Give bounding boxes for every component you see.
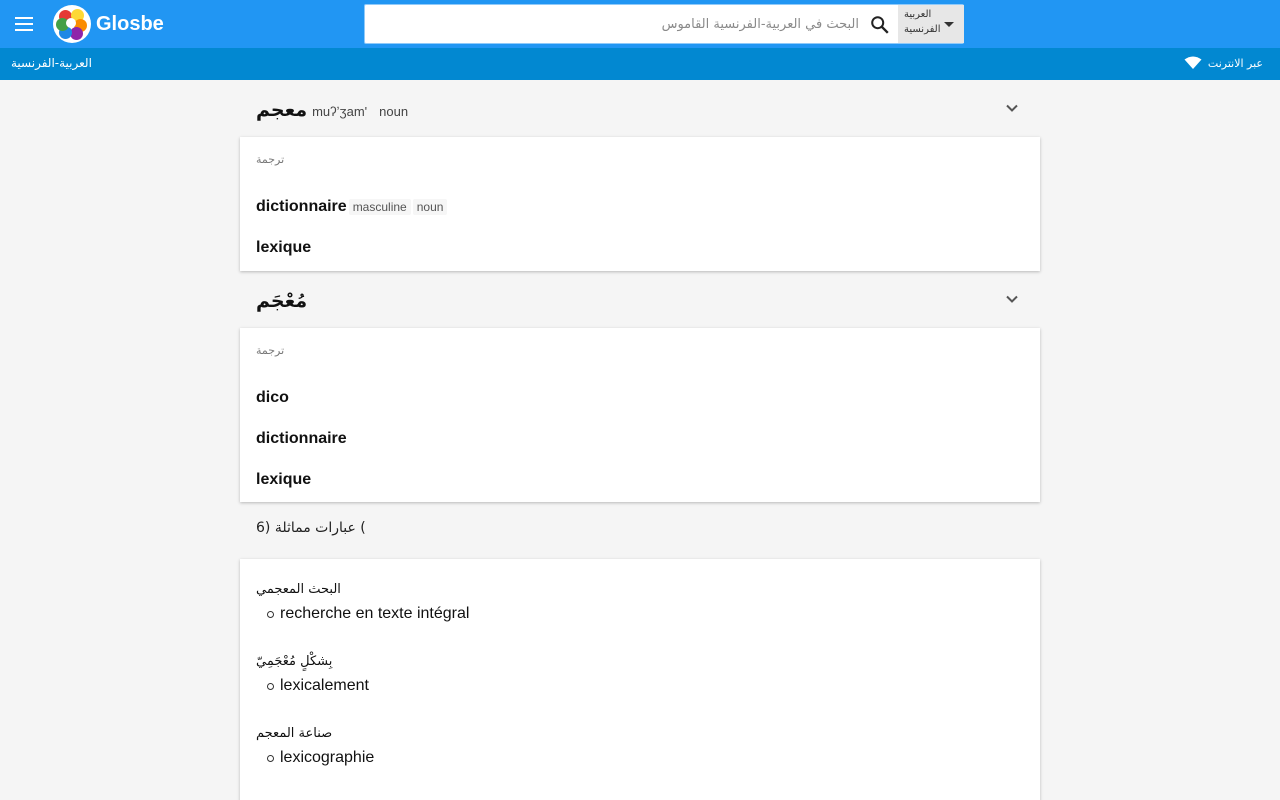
translation-word: dico <box>256 389 289 406</box>
translation-label: ترجمة <box>256 344 285 357</box>
transliteration: muʔʼʒam' <box>312 104 368 119</box>
translation-word: dictionnaire <box>256 198 347 215</box>
headword: معجم <box>256 99 308 121</box>
translation-item[interactable]: lexique <box>256 239 311 257</box>
translation-card: ترجمة dictionnaire masculine noun lexiqu… <box>240 137 1040 271</box>
glosbe-logo[interactable]: Glosbe <box>53 5 164 43</box>
translation-word: lexique <box>256 239 312 256</box>
chevron-down-icon[interactable] <box>1002 98 1022 118</box>
wifi-icon <box>1184 56 1202 69</box>
phrase-translation[interactable]: lexicalement <box>280 677 369 695</box>
logo-text: Glosbe <box>96 12 164 35</box>
search-bar: العربية الفرنسية <box>364 4 964 44</box>
caret-down-icon <box>944 22 954 27</box>
translation-item[interactable]: dico <box>256 389 289 407</box>
phrase-source: البحث المعجمي <box>256 582 341 597</box>
part-of-speech: noun <box>379 104 409 119</box>
online-status[interactable]: عبر الانترنت <box>1184 56 1263 70</box>
list-bullet <box>267 755 274 762</box>
source-language: العربية <box>904 9 932 20</box>
translation-item[interactable]: dictionnaire masculine noun <box>256 198 448 216</box>
top-app-bar: Glosbe العربية الفرنسية <box>0 0 1280 48</box>
similar-phrases-title: 6) عبارات مماثلة ( <box>256 520 366 536</box>
similar-phrases-card: البحث المعجمي recherche en texte intégra… <box>240 559 1040 800</box>
phrase-source: بِشكْلٍ مُعْجَمِيّ <box>256 654 333 669</box>
language-pair-select[interactable]: العربية الفرنسية <box>898 5 964 43</box>
glosbe-logo-icon <box>53 5 91 43</box>
pos-tag: noun <box>412 199 448 215</box>
hamburger-menu-icon[interactable] <box>12 12 36 36</box>
list-bullet <box>267 611 274 618</box>
target-language: الفرنسية <box>904 24 941 35</box>
translation-card: ترجمة dico dictionnaire lexique <box>240 328 1040 502</box>
phrase-translation[interactable]: recherche en texte intégral <box>280 605 469 623</box>
translation-item[interactable]: dictionnaire <box>256 430 347 448</box>
phrase-translation[interactable]: lexicographie <box>280 749 374 767</box>
search-icon[interactable] <box>869 14 891 36</box>
translation-item[interactable]: lexique <box>256 471 311 489</box>
translation-word: dictionnaire <box>256 430 347 447</box>
entry-heading: معجم muʔʼʒam' noun <box>256 99 408 121</box>
search-input[interactable] <box>369 9 859 39</box>
gender-tag: masculine <box>348 199 411 215</box>
entry-heading: مُعْجَم <box>256 290 307 312</box>
translation-label: ترجمة <box>256 153 285 166</box>
chevron-down-icon[interactable] <box>1002 289 1022 309</box>
language-pair-bar: العربية-الفرنسية عبر الانترنت <box>0 48 1280 80</box>
language-pair-link[interactable]: العربية-الفرنسية <box>11 56 92 70</box>
online-label: عبر الانترنت <box>1207 56 1263 70</box>
translation-word: lexique <box>256 471 312 488</box>
list-bullet <box>267 683 274 690</box>
phrase-source: صناعة المعجم <box>256 726 333 741</box>
headword: مُعْجَم <box>256 290 308 312</box>
